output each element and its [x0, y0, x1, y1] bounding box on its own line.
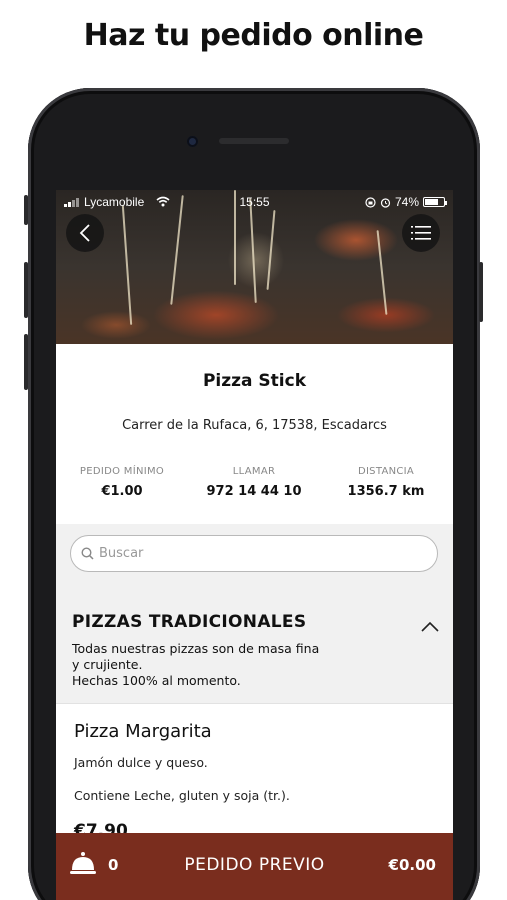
phone-silent-switch	[24, 195, 28, 225]
phone-power-button	[479, 262, 483, 322]
promo-headline: Haz tu pedido online	[83, 18, 424, 53]
earpiece-speaker	[219, 138, 289, 144]
chevron-up-icon[interactable]	[421, 621, 439, 632]
phone-volume-up-button	[24, 262, 28, 318]
search-input[interactable]	[99, 546, 399, 561]
stat-call[interactable]: LLAMAR 972 14 44 10	[188, 466, 320, 499]
stat-value: 1356.7 km	[347, 484, 425, 499]
front-camera	[187, 136, 198, 147]
category-header[interactable]: PIZZAS TRADICIONALES Todas nuestras pizz…	[56, 595, 453, 703]
category-description-line: y crujiente.	[72, 657, 143, 672]
order-bar[interactable]: 0 PEDIDO PREVIO €0.00	[56, 833, 453, 900]
phone-number-link[interactable]: 972 14 44 10	[188, 484, 320, 499]
app-screen: Lycamobile 15:55 74% Pizza Stick Carrer …	[56, 190, 453, 900]
stat-value: €1.00	[101, 484, 143, 499]
stat-distance: DISTANCIA 1356.7 km	[320, 466, 452, 499]
category-description-line: Hechas 100% al momento.	[72, 673, 241, 688]
category-title: PIZZAS TRADICIONALES	[72, 612, 307, 632]
menu-button[interactable]	[402, 214, 440, 252]
category-description: Todas nuestras pizzas son de masa fina y…	[72, 641, 352, 689]
hamburger-menu-icon	[411, 226, 431, 240]
restaurant-address: Carrer de la Rufaca, 6, 17538, Escadarcs	[122, 418, 387, 433]
product-description: Jamón dulce y queso.	[74, 755, 208, 770]
hero-image-pizza: Lycamobile 15:55 74%	[56, 190, 453, 344]
product-allergens: Contiene Leche, gluten y soja (tr.).	[74, 788, 290, 803]
search-icon	[81, 547, 94, 560]
battery-percentage: 74%	[394, 195, 419, 209]
alarm-icon	[380, 197, 391, 208]
stat-label: DISTANCIA	[357, 466, 415, 477]
search-bar[interactable]	[70, 535, 438, 572]
stat-label: PEDIDO MÍNIMO	[79, 466, 165, 477]
lock-rotation-icon	[365, 196, 376, 208]
product-name: Pizza Margarita	[74, 721, 212, 742]
restaurant-name: Pizza Stick	[202, 371, 307, 391]
stat-label: LLAMAR	[232, 466, 276, 477]
phone-volume-down-button	[24, 334, 28, 390]
stat-minimum-order: PEDIDO MÍNIMO €1.00	[56, 466, 188, 499]
battery-icon	[423, 197, 447, 207]
restaurant-info: Pizza Stick Carrer de la Rufaca, 6, 1753…	[56, 344, 453, 524]
chevron-left-icon	[79, 224, 90, 242]
status-bar: Lycamobile 15:55 74%	[56, 194, 453, 212]
back-button[interactable]	[66, 214, 104, 252]
order-total: €0.00	[388, 856, 436, 874]
category-description-line: Todas nuestras pizzas son de masa fina	[72, 641, 320, 656]
